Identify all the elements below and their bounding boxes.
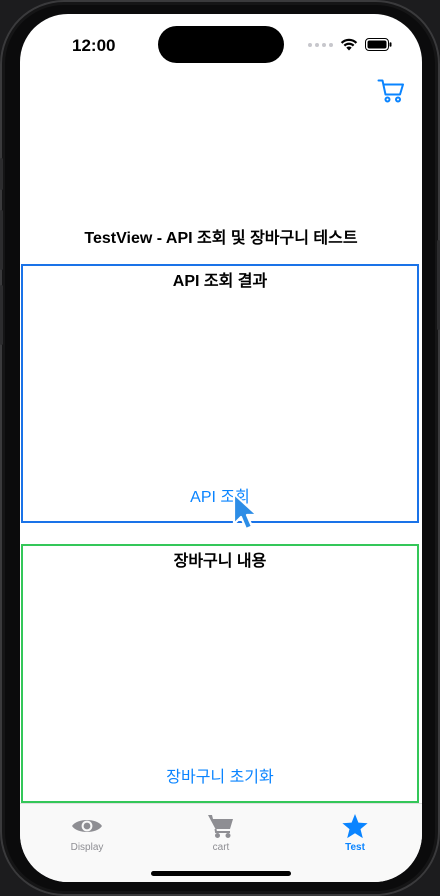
wifi-icon: [340, 38, 358, 51]
page-title: TestView - API 조회 및 장바구니 테스트: [84, 230, 358, 247]
tab-cart-label: cart: [212, 842, 230, 853]
api-fetch-button[interactable]: API 조회: [23, 483, 417, 507]
status-time: 12:00: [72, 36, 116, 55]
cart-reset-button[interactable]: 장바구니 초기화: [23, 763, 417, 787]
tab-display-label: Display: [70, 842, 104, 853]
signal-icon: [308, 42, 333, 47]
api-result-title: API 조회 결과: [172, 273, 268, 290]
api-result-section: API 조회 결과 API 조회: [21, 264, 419, 523]
tab-display[interactable]: Display: [20, 804, 154, 864]
cart-contents-section: 장바구니 내용 장바구니 초기화: [21, 544, 419, 803]
tab-test-label: Test: [345, 842, 365, 853]
cart-icon: [208, 815, 233, 838]
volume-down-button: [0, 285, 3, 345]
tab-test[interactable]: Test: [288, 804, 422, 864]
mouse-pointer-icon: [232, 492, 259, 531]
eye-icon: [72, 820, 102, 832]
volume-up-button: [0, 210, 3, 270]
side-button: [0, 158, 3, 190]
cart-contents-title: 장바구니 내용: [173, 553, 267, 570]
star-icon: [342, 813, 368, 838]
home-indicator: [151, 871, 291, 876]
battery-icon: [365, 38, 392, 51]
status-icons: [308, 38, 392, 51]
screen: 12:00 TestView - API 조회 및 장바구니 테스트 API 조…: [20, 14, 422, 882]
dynamic-island: [158, 26, 284, 63]
cart-icon[interactable]: [377, 78, 405, 104]
tab-cart[interactable]: cart: [154, 804, 288, 864]
